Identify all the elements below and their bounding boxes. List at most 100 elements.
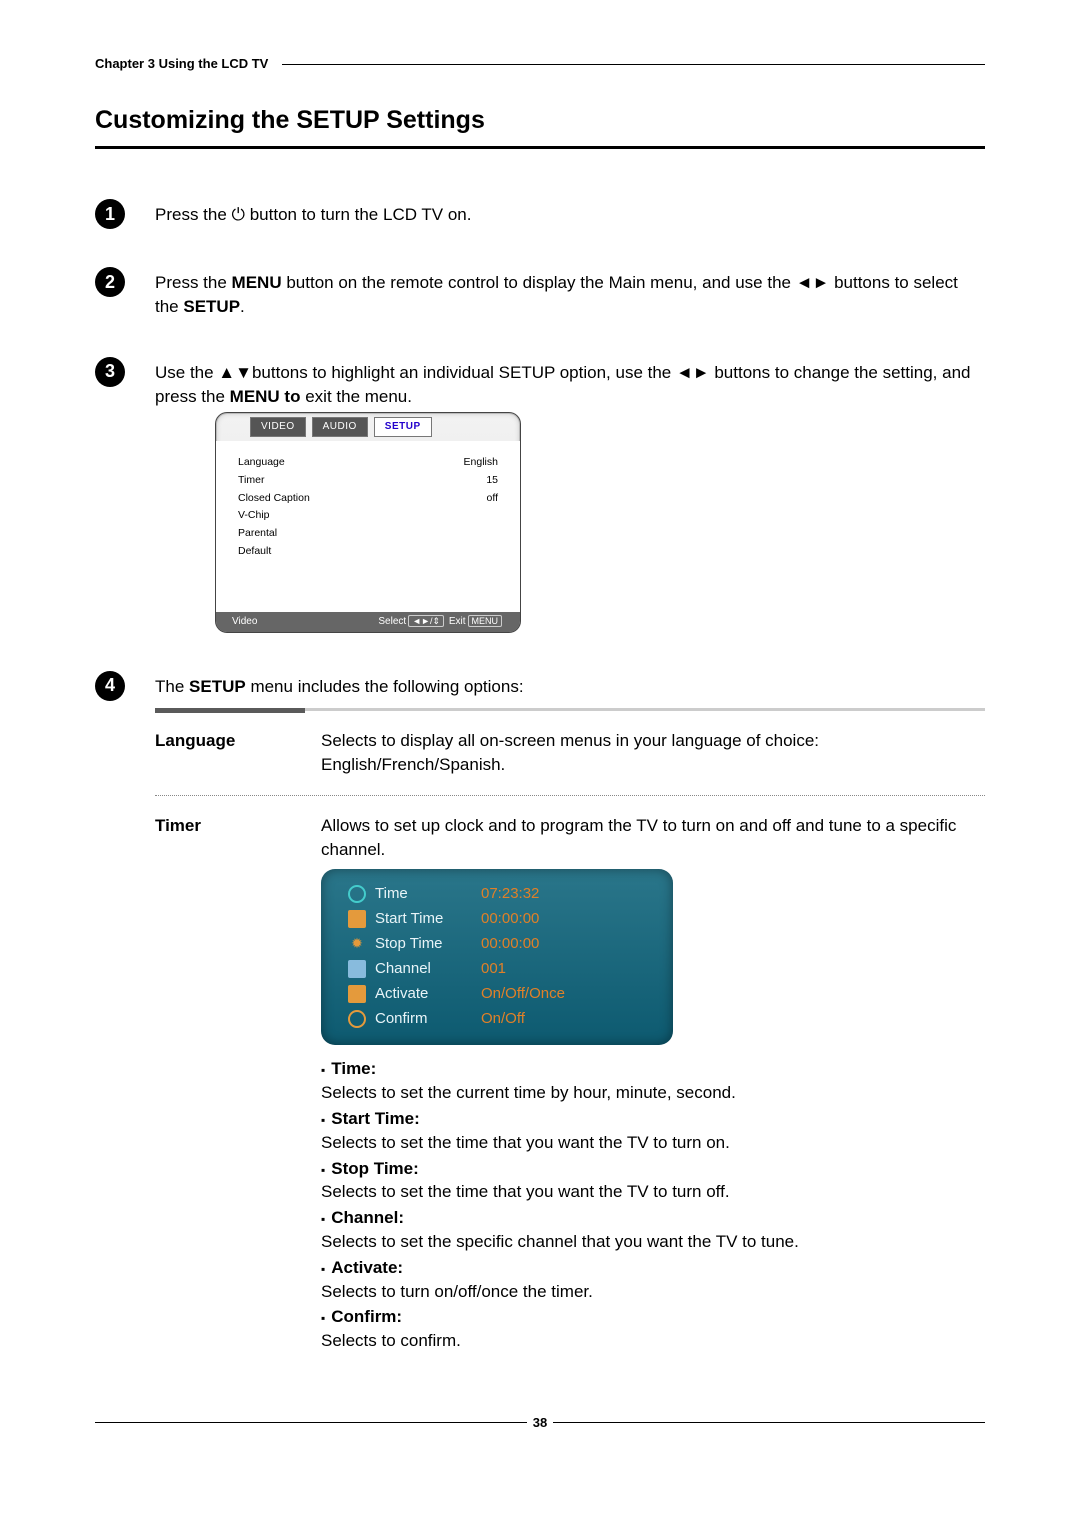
bullet-desc: Selects to confirm. <box>321 1331 461 1350</box>
footer-rule <box>95 1422 527 1423</box>
bullet-title: Stop Time: <box>321 1159 419 1178</box>
step-number: 4 <box>95 671 125 701</box>
setup-osd: VIDEO AUDIO SETUP Language English Timer 1… <box>215 412 521 632</box>
osd-val: English <box>464 455 498 470</box>
bullet-desc: Selects to set the time that you want th… <box>321 1133 730 1152</box>
osd-row: Closed Caption off <box>238 491 498 506</box>
step-1: 1 Press the ⏻ button to turn the LCD TV … <box>95 189 985 229</box>
dpad-icon: ◄►/⇕ <box>408 615 444 627</box>
osd-row: Timer 15 <box>238 473 498 488</box>
bullet-title: Activate: <box>321 1258 403 1277</box>
chapter-header: Chapter 3 Using the LCD TV <box>95 55 985 73</box>
step-4: 4 The SETUP menu includes the following … <box>95 661 985 1374</box>
option-row-timer: Timer Allows to set up clock and to prog… <box>155 796 985 1373</box>
v: On/Off <box>481 1008 655 1029</box>
bullet-desc: Selects to set the specific channel that… <box>321 1232 799 1251</box>
bullets: Time: Selects to set the current time by … <box>321 1057 985 1353</box>
text-bold: SETUP <box>189 677 246 696</box>
osd-row: Parental <box>238 526 498 541</box>
text: menu includes the following options: <box>246 677 524 696</box>
k: Channel <box>375 958 481 979</box>
option-desc: Allows to set up clock and to program th… <box>321 814 985 1355</box>
option-desc: Selects to display all on-screen menus i… <box>321 729 985 777</box>
bullet-desc: Selects to set the current time by hour,… <box>321 1083 736 1102</box>
timer-row: ConfirmOn/Off <box>339 1008 655 1029</box>
lock-icon <box>348 1010 366 1028</box>
text: exit the menu. <box>300 387 412 406</box>
step-number: 3 <box>95 357 125 387</box>
osd-tab-audio: AUDIO <box>312 417 368 437</box>
bullet-desc: Selects to turn on/off/once the timer. <box>321 1282 593 1301</box>
osd-key: Language <box>238 455 285 470</box>
timer-row: ✹ Stop Time00:00:00 <box>339 933 655 954</box>
bullet-title: Channel: <box>321 1208 404 1227</box>
text: Select <box>378 616 406 627</box>
osd-val: 15 <box>486 473 498 488</box>
v: 07:23:32 <box>481 883 655 904</box>
osd-row: Default <box>238 544 498 559</box>
timer-row: Time07:23:32 <box>339 883 655 904</box>
v: 001 <box>481 958 655 979</box>
chip-icon <box>348 985 366 1003</box>
gear-icon: ✹ <box>348 935 366 953</box>
bullet: Confirm: Selects to confirm. <box>321 1305 985 1353</box>
step-3: 3 Use the ▲▼buttons to highlight an indi… <box>95 347 985 633</box>
osd-row: V-Chip <box>238 508 498 523</box>
text: Press the <box>155 273 232 292</box>
v: 00:00:00 <box>481 908 655 929</box>
power-icon: ⏻ <box>232 205 245 224</box>
bullet-title: Start Time: <box>321 1109 420 1128</box>
text-bold: MENU to <box>230 387 301 406</box>
step-text: Press the ⏻ button to turn the LCD TV on… <box>155 189 472 227</box>
step-number: 1 <box>95 199 125 229</box>
bullet: Activate: Selects to turn on/off/once the… <box>321 1256 985 1304</box>
header-rule <box>282 64 985 65</box>
osd-footer-left: Video <box>232 615 257 629</box>
osd-body: Language English Timer 15 Closed Caption of… <box>216 441 520 611</box>
step-text: Press the MENU button on the remote cont… <box>155 257 985 319</box>
bullet: Channel: Selects to set the specific chan… <box>321 1206 985 1254</box>
timer-osd: Time07:23:32 Start Time00:00:00 ✹ Stop Ti… <box>321 869 673 1045</box>
bullet-title: Time: <box>321 1059 376 1078</box>
clock-icon <box>348 885 366 903</box>
step-text: The SETUP menu includes the following op… <box>155 661 985 1374</box>
timer-row: Start Time00:00:00 <box>339 908 655 929</box>
osd-val: off <box>487 491 498 506</box>
tube-icon <box>348 960 366 978</box>
v: On/Off/Once <box>481 983 655 1004</box>
page-title: Customizing the SETUP Settings <box>95 103 985 138</box>
step-text: Use the ▲▼buttons to highlight an indivi… <box>155 347 985 633</box>
k: Start Time <box>375 908 481 929</box>
bullet-desc: Selects to set the time that you want th… <box>321 1182 730 1201</box>
text: Exit <box>449 616 466 627</box>
osd-footer-right: Select◄►/⇕ ExitMENU <box>378 615 504 629</box>
bullet: Stop Time: Selects to set the time that y… <box>321 1157 985 1205</box>
osd-tab-setup: SETUP <box>374 417 432 437</box>
title-rule <box>95 146 985 149</box>
bullet-title: Confirm: <box>321 1307 402 1326</box>
k: Activate <box>375 983 481 1004</box>
text: Press the <box>155 205 232 224</box>
osd-tabs: VIDEO AUDIO SETUP <box>216 413 520 441</box>
k: Stop Time <box>375 933 481 954</box>
text: The <box>155 677 189 696</box>
bullet: Time: Selects to set the current time by … <box>321 1057 985 1105</box>
v: 00:00:00 <box>481 933 655 954</box>
text-bold: MENU <box>232 273 282 292</box>
text: Allows to set up clock and to program th… <box>321 814 985 862</box>
osd-footer: Video Select◄►/⇕ ExitMENU <box>216 612 520 632</box>
osd-key: Timer <box>238 473 264 488</box>
osd-tab-video: VIDEO <box>250 417 306 437</box>
footer-rule <box>553 1422 985 1423</box>
option-row-language: Language Selects to display all on-scree… <box>155 711 985 796</box>
option-label: Timer <box>155 814 321 838</box>
text: button to turn the LCD TV on. <box>245 205 472 224</box>
osd-key: Parental <box>238 526 277 541</box>
page-footer: 38 <box>95 1414 985 1432</box>
k: Time <box>375 883 481 904</box>
osd-key: Closed Caption <box>238 491 310 506</box>
osd-key: Default <box>238 544 271 559</box>
menu-key: MENU <box>468 615 503 627</box>
osd-key: V-Chip <box>238 508 270 523</box>
page: Chapter 3 Using the LCD TV Customizing t… <box>0 0 1080 1373</box>
